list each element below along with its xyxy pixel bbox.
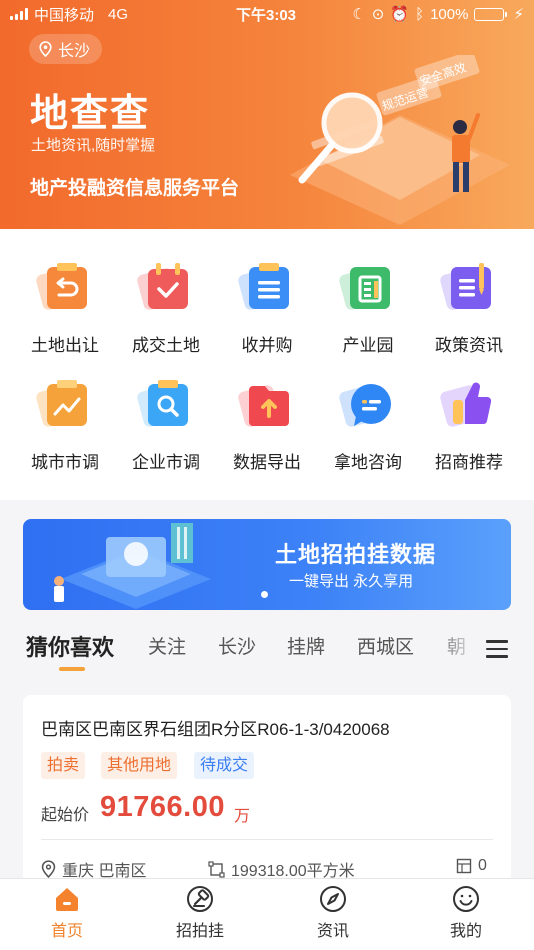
feature-industrial-park[interactable]: 产业园 (315, 229, 421, 355)
tag-land-use: 其他用地 (101, 752, 178, 779)
count-text: 0 (478, 857, 487, 874)
brand-subtitle: 地产投融资信息服务平台 (30, 178, 240, 199)
charging-icon: ⚡ (513, 6, 524, 23)
nav-profile[interactable]: 我的 (426, 885, 506, 941)
feature-merger[interactable]: 收并购 (214, 229, 320, 355)
location-pin-icon (39, 41, 52, 57)
feature-city-survey[interactable]: 城市市调 (12, 346, 118, 472)
promo-subtitle: 一键导出 永久享用 (289, 573, 414, 590)
battery-icon (474, 7, 508, 21)
feature-label: 招商推荐 (435, 453, 503, 472)
brand-slogan: 土地资讯,随时掌握 (31, 137, 156, 154)
nav-label: 招拍挂 (175, 923, 224, 940)
consult-icon (336, 374, 400, 438)
land-count: 0 (456, 857, 487, 875)
promo-banner[interactable]: 土地招拍挂数据 一键导出 永久享用 (23, 519, 511, 610)
carousel-indicator (261, 591, 268, 598)
auction-icon (187, 886, 213, 912)
nav-label: 我的 (449, 923, 482, 940)
tag-status: 待成交 (194, 752, 255, 779)
active-tab-indicator (59, 667, 85, 671)
price-unit: 万 (234, 808, 251, 825)
deal-land-icon (134, 257, 198, 321)
nav-auction[interactable]: 招拍挂 (160, 885, 240, 941)
enterprise-survey-icon (134, 374, 198, 438)
home-screen: 规范运营 安全高效 长沙 地查查 土地资讯,随时掌握 地产投融资信息服务平台 中… (0, 0, 534, 950)
tag-auction: 拍卖 (41, 752, 86, 779)
tab-changsha[interactable]: 长沙 (218, 632, 256, 659)
industrial-park-icon (336, 257, 400, 321)
feature-deal-land[interactable]: 成交土地 (113, 229, 219, 355)
menu-icon[interactable] (486, 640, 508, 658)
feature-enterprise-survey[interactable]: 企业市调 (113, 346, 219, 472)
feature-data-export[interactable]: 数据导出 (214, 346, 320, 472)
hero-banner: 规范运营 安全高效 长沙 地查查 土地资讯,随时掌握 地产投融资信息服务平台 (0, 0, 534, 229)
nav-news[interactable]: 资讯 (293, 885, 373, 941)
hero-illustration: 规范运营 安全高效 (290, 55, 510, 225)
feature-policy-news[interactable]: 政策资讯 (416, 229, 522, 355)
land-transfer-icon (33, 257, 97, 321)
price-label: 起始价 (41, 807, 90, 824)
network-type: 4G (108, 5, 129, 23)
merger-icon (235, 257, 299, 321)
data-export-icon (235, 374, 299, 438)
tab-xicheng[interactable]: 西城区 (357, 632, 414, 659)
bottom-nav: 首页 招拍挂 资讯 我的 (0, 878, 534, 950)
nav-label: 首页 (50, 923, 83, 940)
city-survey-icon (33, 374, 97, 438)
tab-listing[interactable]: 挂牌 (287, 632, 325, 659)
nav-home[interactable]: 首页 (27, 885, 107, 941)
tab-guess-you-like[interactable]: 猜你喜欢 (26, 630, 114, 662)
promo-title: 土地招拍挂数据 (275, 542, 437, 567)
divider (41, 839, 493, 840)
feature-label: 城市市调 (31, 453, 99, 472)
nav-label: 资讯 (316, 923, 349, 940)
rotation-lock-icon: ⊙ (371, 6, 385, 23)
tab-follow[interactable]: 关注 (148, 632, 186, 659)
feature-label: 拿地咨询 (334, 453, 402, 472)
feature-recommend[interactable]: 招商推荐 (416, 346, 522, 472)
home-icon (56, 888, 78, 911)
profile-icon (453, 886, 479, 912)
location-label: 长沙 (58, 43, 91, 60)
feature-land-transfer[interactable]: 土地出让 (12, 229, 118, 355)
feature-grid: 土地出让 成交土地 收并购 产业园 政策资讯 城市市调 企业市调 数据导出 拿地… (0, 229, 534, 500)
land-title: 巴南区巴南区界石组团R分区R06-1-3/0420068 (41, 720, 390, 739)
feature-label: 企业市调 (132, 453, 200, 472)
bluetooth-icon: ᛒ (415, 5, 425, 23)
feature-label: 数据导出 (233, 453, 301, 472)
land-card[interactable]: 巴南区巴南区界石组团R分区R06-1-3/0420068 拍卖 其他用地 待成交… (23, 695, 511, 895)
building-icon (456, 858, 472, 874)
moon-icon: ☾ (352, 6, 366, 23)
tab-fade (430, 618, 480, 668)
area-icon (208, 860, 225, 878)
starting-price: 91766.00 (100, 791, 225, 823)
policy-news-icon (437, 257, 501, 321)
clock: 下午3:03 (236, 6, 297, 24)
carrier: 中国移动 (34, 6, 95, 24)
promo-illustration (54, 523, 211, 609)
brand-title: 地查查 (30, 93, 151, 135)
location-selector[interactable]: 长沙 (29, 34, 103, 64)
compass-icon (320, 886, 346, 912)
battery-percent: 100% (430, 5, 469, 23)
feature-consult[interactable]: 拿地咨询 (315, 346, 421, 472)
alarm-icon: ⏰ (390, 6, 410, 23)
recommend-icon (437, 374, 501, 438)
location-pin-icon (41, 860, 56, 878)
signal-icon (10, 8, 28, 20)
status-bar: 中国移动 4G 下午3:03 ☾ ⊙ ⏰ ᛒ 100% ⚡ (0, 0, 534, 28)
